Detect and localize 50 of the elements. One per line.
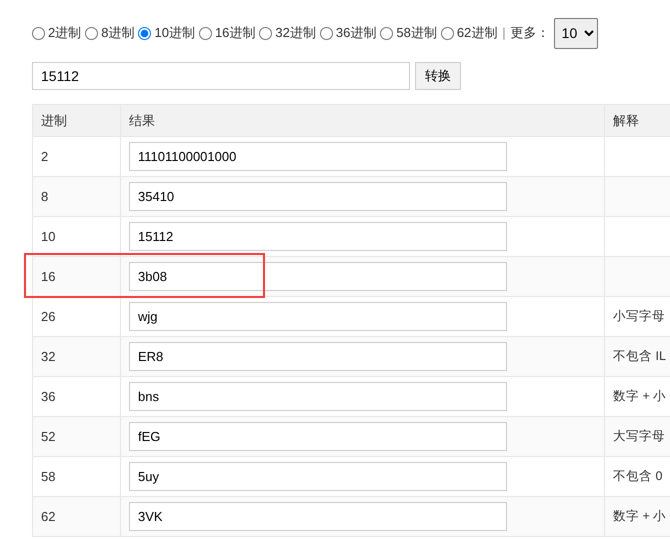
result-field[interactable]: 5uy bbox=[129, 462, 507, 491]
note-cell: 数字 + 小 bbox=[613, 389, 666, 404]
base-cell: 2 bbox=[41, 148, 48, 164]
note-cell: 小写字母 bbox=[613, 309, 665, 324]
base-radio[interactable] bbox=[380, 26, 394, 40]
base-header: 进制 bbox=[32, 104, 120, 136]
base-label: 62进制 bbox=[456, 24, 498, 42]
base-cell: 10 bbox=[41, 228, 56, 244]
base-label: 32进制 bbox=[275, 24, 316, 42]
base-label: 36进制 bbox=[336, 24, 376, 42]
base-cell: 16 bbox=[41, 268, 56, 284]
base-cell: 32 bbox=[41, 348, 56, 364]
base-cell: 8 bbox=[41, 188, 48, 204]
base-label: 10进制 bbox=[154, 24, 195, 42]
result-field[interactable]: wjg bbox=[129, 302, 507, 331]
base-select[interactable]: 10 bbox=[554, 18, 598, 48]
result-field[interactable]: bns bbox=[129, 382, 507, 411]
result-field[interactable]: fEG bbox=[129, 422, 507, 451]
base-radio[interactable] bbox=[198, 26, 212, 40]
result-field[interactable]: 3VK bbox=[129, 502, 507, 531]
result-field[interactable]: 35410 bbox=[129, 182, 507, 211]
base-cell: 58 bbox=[41, 468, 56, 484]
base-label: 16进制 bbox=[214, 24, 256, 42]
result-field[interactable]: ER8 bbox=[129, 342, 507, 371]
note-cell: 不包含 IL bbox=[613, 349, 666, 364]
base-radio[interactable] bbox=[440, 26, 454, 40]
base-radio[interactable] bbox=[320, 26, 333, 40]
result-field[interactable]: 15112 bbox=[129, 222, 507, 251]
more-label: 更多： bbox=[510, 24, 550, 42]
base-cell: 52 bbox=[41, 428, 56, 444]
result-field[interactable]: 11101100001000 bbox=[129, 142, 507, 171]
base-label: 58进制 bbox=[396, 24, 437, 42]
base-cell: 26 bbox=[41, 308, 56, 324]
base-radio[interactable] bbox=[32, 26, 45, 40]
note-cell: 数字 + 小 bbox=[613, 509, 666, 524]
base-label: 2进制 bbox=[48, 24, 82, 42]
note-header: 解释 bbox=[604, 104, 670, 136]
base-radio[interactable] bbox=[85, 26, 98, 40]
result-field[interactable]: 3b08 bbox=[129, 262, 507, 291]
convert-button[interactable]: 转换 bbox=[415, 62, 461, 90]
base-cell: 62 bbox=[41, 508, 56, 524]
base-cell: 36 bbox=[41, 388, 56, 404]
separator: | bbox=[502, 24, 506, 42]
base-label: 8进制 bbox=[101, 24, 134, 42]
note-cell: 大写字母 bbox=[613, 429, 665, 444]
note-cell: 不包含 0 bbox=[613, 469, 662, 484]
result-header: 结果 bbox=[120, 104, 604, 136]
number-input-field[interactable]: 15112 bbox=[32, 62, 410, 90]
base-radio[interactable] bbox=[259, 26, 272, 40]
base-radio[interactable] bbox=[138, 26, 152, 40]
